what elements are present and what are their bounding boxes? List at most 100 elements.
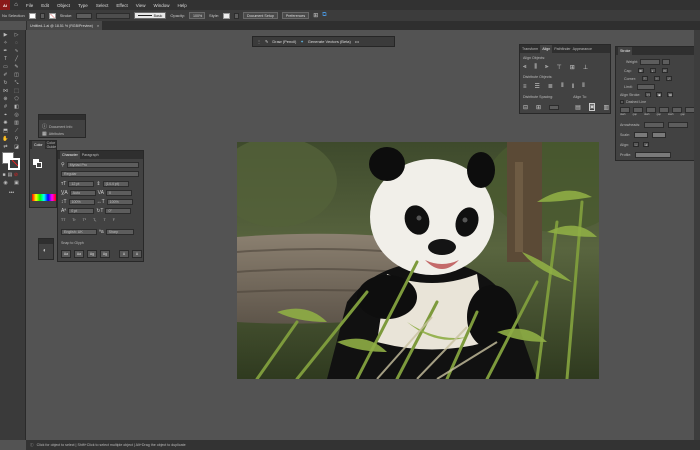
screen-mode-icon[interactable]: ▣ (13, 180, 20, 186)
glyph-icon[interactable]: ◐ (43, 248, 47, 254)
arrange-icon[interactable]: ⊞ (313, 12, 318, 19)
kerning-field[interactable]: Auto (69, 190, 96, 196)
shape-builder-icon[interactable]: ⊕ (2, 96, 9, 102)
spacing-field[interactable] (549, 104, 560, 110)
align-hcenter-icon[interactable]: ⫼ (534, 64, 537, 71)
all-caps-button[interactable]: TT (61, 218, 65, 222)
scale-icon[interactable]: ⤡ (13, 80, 20, 86)
tab-appearance[interactable]: Appearance (573, 47, 592, 51)
char-rotation-field[interactable]: 0° (105, 208, 132, 214)
align-to-key-icon[interactable]: ▥ (603, 104, 609, 111)
fill-dropdown[interactable] (39, 12, 45, 19)
tab-color[interactable]: Color (32, 141, 45, 149)
arrow-start-dropdown[interactable] (644, 122, 665, 128)
menu-type[interactable]: Type (74, 3, 92, 8)
tab-transform[interactable]: Transform (522, 47, 538, 51)
miter-join-icon[interactable]: ⌜ (641, 76, 648, 81)
eyedropper-icon[interactable]: ⌖ (2, 112, 9, 118)
shaper-icon[interactable]: ✐ (2, 72, 9, 78)
draw-pencil-button[interactable]: Draw (Pencil) (272, 39, 296, 44)
tab-color-guide[interactable]: Color Guide (47, 141, 57, 149)
width-tool-icon[interactable]: ⋈ (2, 88, 9, 94)
stroke-weight-dropdown[interactable] (662, 59, 671, 65)
type-tool-icon[interactable]: T (2, 56, 9, 62)
home-icon[interactable]: ⌂ (10, 0, 22, 10)
symbol-sprayer-icon[interactable]: ✺ (2, 120, 9, 126)
font-family-field[interactable]: Myriad Pro (66, 162, 139, 168)
arrow-align-end-icon[interactable]: ⇥ (643, 142, 649, 147)
menu-effect[interactable]: Effect (112, 3, 131, 8)
snap-anchor-button[interactable]: A (132, 250, 142, 258)
leading-field[interactable]: (14.4 pt) (102, 181, 129, 187)
curvature-icon[interactable]: ∿ (13, 48, 20, 54)
dist-right-icon[interactable]: ⫴ (582, 83, 585, 90)
snap-angular-button[interactable]: A (119, 250, 129, 258)
dist-bottom-icon[interactable]: ≣ (548, 83, 553, 90)
align-to-selection-icon[interactable]: ▤ (575, 104, 581, 111)
menu-object[interactable]: Object (53, 3, 74, 8)
language-dropdown[interactable]: English: UK (61, 229, 97, 235)
round-join-icon[interactable]: ◜ (653, 76, 660, 81)
align-top-icon[interactable]: ⊤ (557, 64, 562, 71)
tab-align[interactable]: Align (540, 45, 553, 53)
line-tool-icon[interactable]: ╱ (13, 56, 20, 62)
fill-stroke-swap-icon[interactable]: ⇄ (2, 144, 9, 150)
edit-toolbar-icon[interactable]: ••• (8, 190, 15, 196)
underline-button[interactable]: T (103, 218, 105, 222)
paintbrush-icon[interactable]: ✎ (13, 64, 20, 70)
bevel-join-icon[interactable]: ⟋ (665, 76, 672, 81)
perspective-icon[interactable]: ⬠ (13, 96, 20, 102)
rectangle-tool-icon[interactable]: ▭ (2, 64, 9, 70)
style-dropdown[interactable] (234, 12, 240, 19)
preferences-button[interactable]: Preferences (281, 12, 310, 19)
dist-space-v-icon[interactable]: ⊟ (523, 104, 528, 111)
free-transform-icon[interactable]: ⬚ (13, 88, 20, 94)
document-tab[interactable]: Untitled-1.ai @ 18.51 % (RGB/Preview) × (27, 21, 103, 30)
font-style-field[interactable]: Regular (61, 171, 139, 177)
align-right-icon[interactable]: ⫸ (545, 64, 548, 71)
draw-mode-icon[interactable]: ◉ (2, 180, 9, 186)
arrow-align-tip-icon[interactable]: → (633, 142, 639, 147)
artboard-icon[interactable]: ⬒ (2, 128, 9, 134)
snap-glyph-bounds-button[interactable]: Ag (87, 250, 97, 258)
snap-baseline-button[interactable]: Aa (61, 250, 71, 258)
dist-top-icon[interactable]: ≡ (523, 84, 527, 90)
placed-image-panda[interactable] (237, 142, 599, 379)
round-cap-icon[interactable]: ◖ (649, 68, 656, 73)
align-bottom-icon[interactable]: ⊥ (583, 64, 588, 71)
arrow-end-dropdown[interactable] (668, 122, 689, 128)
dist-space-h-icon[interactable]: ⊞ (536, 104, 541, 111)
default-colors-icon[interactable]: ◪ (13, 144, 20, 150)
align-vcenter-icon[interactable]: ⊞ (570, 64, 575, 71)
dist-vcenter-icon[interactable]: ☰ (535, 83, 540, 90)
baseline-shift-field[interactable]: 0 pt (68, 208, 95, 214)
tab-character[interactable]: Character (60, 151, 80, 159)
blend-icon[interactable]: ◎ (13, 112, 20, 118)
eraser-icon[interactable]: ◫ (13, 72, 20, 78)
color-spectrum[interactable] (32, 194, 56, 201)
zoom-tool-icon[interactable]: ⚲ (13, 136, 20, 142)
font-size-field[interactable]: 12 pt (68, 181, 95, 187)
square-cap-icon[interactable]: ▭ (661, 68, 668, 73)
rotate-icon[interactable]: ↻ (2, 80, 9, 86)
document-info-item[interactable]: ⓘ Document Info (42, 123, 72, 130)
direct-selection-icon[interactable]: ▷ (13, 32, 20, 38)
lasso-icon[interactable]: ◌ (13, 40, 20, 46)
transform-icon[interactable]: ⧉ (322, 12, 326, 19)
profile-dropdown[interactable] (635, 152, 672, 158)
variable-width-field[interactable] (96, 12, 131, 19)
pen-tool-icon[interactable]: ✒ (2, 48, 9, 54)
menu-help[interactable]: Help (173, 3, 190, 8)
generate-vectors-button[interactable]: Generate Vectors (Beta) (308, 39, 351, 44)
align-left-icon[interactable]: ⫷ (523, 64, 526, 71)
superscript-button[interactable]: T¹ (83, 218, 86, 222)
tab-stroke[interactable]: Stroke (618, 47, 633, 55)
menu-view[interactable]: View (132, 3, 150, 8)
snap-xheight-button[interactable]: Aa (74, 250, 84, 258)
menu-edit[interactable]: Edit (37, 3, 53, 8)
strikethrough-button[interactable]: Ŧ (113, 218, 115, 222)
stroke-swatch[interactable] (48, 12, 56, 19)
mesh-icon[interactable]: # (2, 104, 9, 110)
stroke-weight-input[interactable] (640, 59, 661, 65)
stroke-weight-field[interactable] (76, 12, 93, 19)
